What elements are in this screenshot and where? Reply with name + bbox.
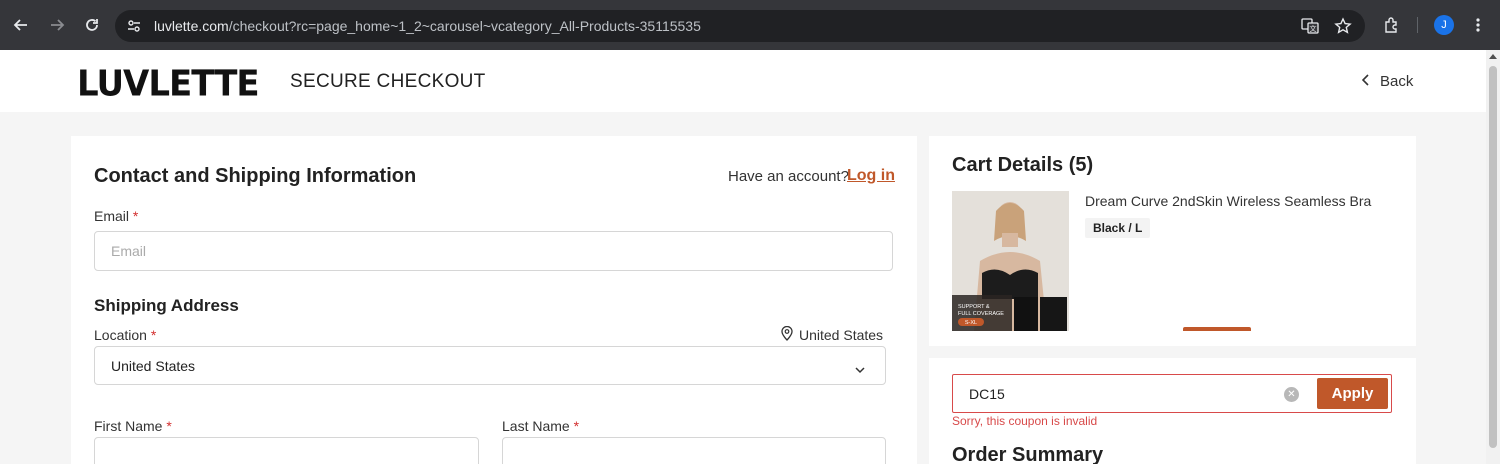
- back-link[interactable]: Back: [1361, 73, 1414, 90]
- first-name-label: First Name *: [94, 418, 172, 434]
- site-header: LUVLETTE SECURE CHECKOUT Back: [0, 50, 1486, 112]
- reload-icon[interactable]: [80, 13, 104, 37]
- last-name-label-text: Last Name: [502, 418, 570, 434]
- translate-icon[interactable]: 文: [1300, 16, 1320, 36]
- page-title: SECURE CHECKOUT: [290, 71, 486, 92]
- order-summary-title: Order Summary: [952, 444, 1104, 464]
- coupon-field[interactable]: DC15 ✕ Apply: [952, 374, 1392, 413]
- required-mark: *: [573, 418, 580, 434]
- brand-logo[interactable]: LUVLETTE: [77, 63, 260, 105]
- page-scrollbar[interactable]: [1486, 50, 1500, 464]
- url-text: luvlette.com/checkout?rc=page_home~1_2~c…: [154, 18, 701, 34]
- product-name[interactable]: Dream Curve 2ndSkin Wireless Seamless Br…: [1085, 193, 1371, 209]
- location-value: United States: [111, 357, 196, 374]
- quantity-control-edge[interactable]: [1183, 327, 1251, 331]
- kebab-menu-icon[interactable]: [1466, 13, 1490, 37]
- cart-title: Cart Details (5): [952, 154, 1094, 176]
- detected-location: United States: [781, 325, 884, 344]
- bookmark-star-icon[interactable]: [1333, 16, 1353, 36]
- shipping-section-title: Shipping Address: [94, 296, 239, 315]
- detected-location-text: United States: [799, 327, 884, 343]
- required-mark: *: [150, 327, 157, 343]
- back-label: Back: [1380, 73, 1414, 90]
- location-select[interactable]: United States: [94, 346, 886, 385]
- required-mark: *: [166, 418, 172, 434]
- location-label-text: Location: [94, 327, 147, 343]
- first-name-label-text: First Name: [94, 418, 163, 434]
- image-badge-size: S-XL: [965, 320, 977, 326]
- coupon-input-value[interactable]: DC15: [969, 386, 1005, 402]
- contact-section-title: Contact and Shipping Information: [94, 165, 417, 187]
- extensions-icon[interactable]: [1380, 13, 1404, 37]
- have-account-text: Have an account?: [728, 168, 849, 185]
- location-label: Location *: [94, 327, 156, 343]
- scrollbar-thumb[interactable]: [1489, 66, 1497, 448]
- apply-coupon-button[interactable]: Apply: [1317, 378, 1388, 409]
- coupon-error-message: Sorry, this coupon is invalid: [952, 414, 1098, 428]
- url-path: /checkout?rc=page_home~1_2~carousel~vcat…: [228, 18, 701, 34]
- login-link[interactable]: Log in: [847, 167, 895, 185]
- coupon-summary-panel: DC15 ✕ Apply Sorry, this coupon is inval…: [929, 358, 1416, 464]
- image-badge-2: FULL COVERAGE: [958, 311, 1004, 317]
- last-name-field[interactable]: [502, 437, 886, 464]
- map-pin-icon: [781, 325, 793, 344]
- svg-text:文: 文: [1310, 24, 1317, 33]
- address-bar[interactable]: luvlette.com/checkout?rc=page_home~1_2~c…: [115, 10, 1365, 42]
- scroll-up-arrow-icon[interactable]: [1489, 54, 1497, 59]
- email-label: Email *: [94, 208, 138, 224]
- email-field[interactable]: Email: [94, 231, 893, 271]
- required-mark: *: [132, 208, 139, 224]
- contact-shipping-panel: Contact and Shipping Information Have an…: [71, 136, 917, 464]
- first-name-field[interactable]: [94, 437, 479, 464]
- cart-details-panel: Cart Details (5) SUPPORT & FULL COVERAGE…: [929, 136, 1416, 346]
- browser-toolbar: luvlette.com/checkout?rc=page_home~1_2~c…: [0, 0, 1500, 50]
- last-name-label: Last Name *: [502, 418, 579, 434]
- email-label-text: Email: [94, 208, 130, 224]
- email-placeholder: Email: [111, 243, 147, 259]
- image-badge-1: SUPPORT &: [958, 304, 990, 310]
- variant-badge: Black / L: [1085, 218, 1151, 238]
- site-info-icon[interactable]: [124, 16, 144, 36]
- back-arrow-icon[interactable]: [9, 13, 33, 37]
- toolbar-divider: [1417, 17, 1418, 33]
- chevron-down-icon: [855, 361, 865, 377]
- product-image[interactable]: SUPPORT & FULL COVERAGE S-XL: [952, 191, 1069, 331]
- profile-avatar[interactable]: J: [1434, 15, 1454, 35]
- chevron-left-icon: [1361, 73, 1370, 90]
- url-host: luvlette.com: [154, 18, 229, 34]
- forward-arrow-icon[interactable]: [45, 13, 69, 37]
- clear-coupon-icon[interactable]: ✕: [1284, 387, 1299, 402]
